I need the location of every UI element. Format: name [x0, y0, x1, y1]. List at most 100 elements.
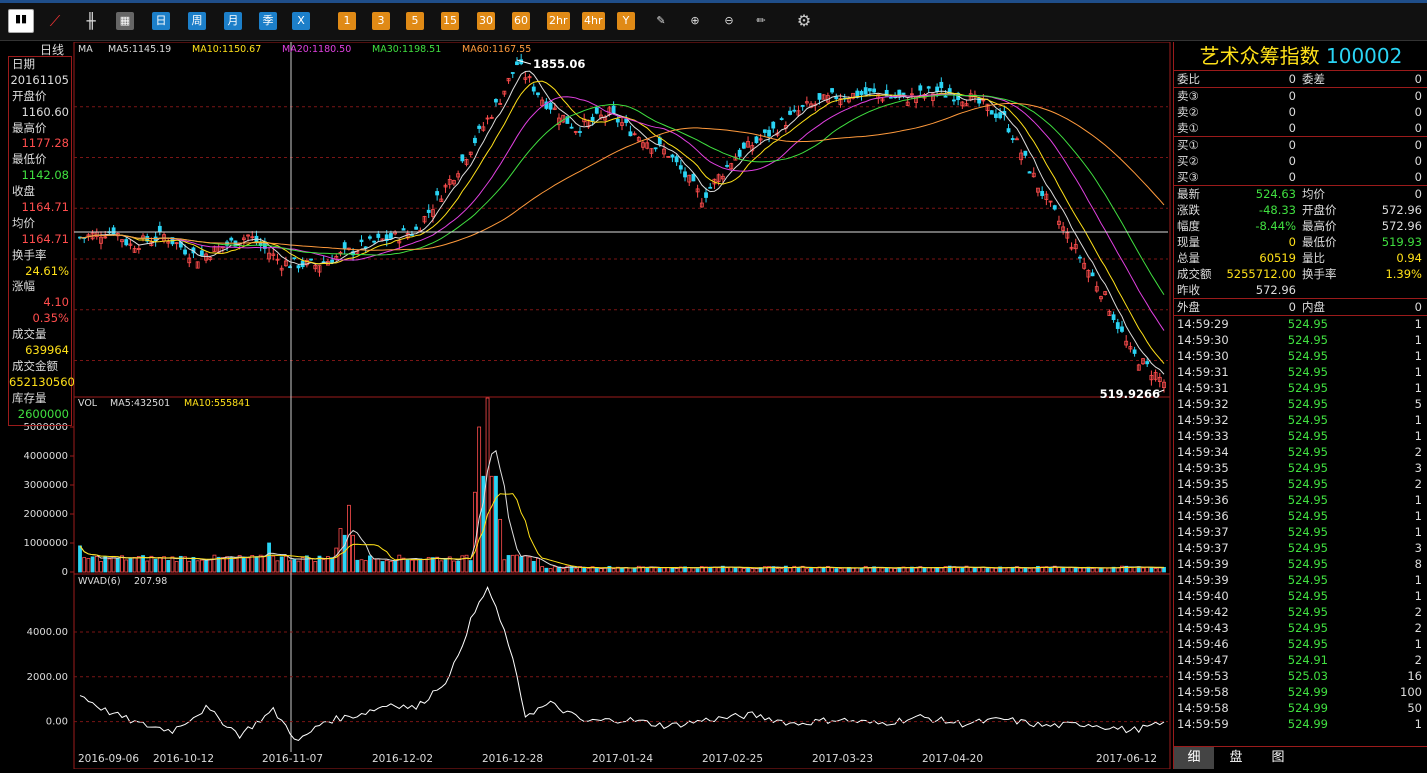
tick-row-cell: 14:59:46 [1177, 637, 1229, 651]
minute-period-button-0[interactable]: 1 [338, 12, 356, 30]
pen-icon[interactable]: ✏ [752, 12, 770, 30]
zoom-out-icon[interactable]: ⊖ [720, 12, 738, 30]
stat-row-cell: 现量 [1177, 235, 1200, 249]
volume-bar [531, 560, 536, 573]
minute-period-button-1[interactable]: 3 [372, 12, 390, 30]
minute-period-button-8[interactable]: Y [617, 12, 635, 30]
ask-row-cell: 0 [1288, 121, 1296, 135]
stat-row-cell: 量比 [1302, 251, 1325, 265]
candle-body [460, 154, 465, 162]
stat-row: 成交额 5255712.00 换手率 1.39% [1174, 266, 1427, 282]
candle-body [994, 113, 998, 118]
tick-row-cell: 524.95 [1287, 477, 1328, 491]
tick-row-cell: 2 [1414, 653, 1422, 667]
volume-bar [1078, 567, 1082, 573]
volume-bar [86, 558, 91, 573]
candle-body [674, 156, 679, 163]
volume-bar [1069, 567, 1074, 573]
stat-row-cell: 60519 [1259, 251, 1296, 265]
volume-bar [321, 559, 326, 573]
ask-row-cell: 0 [1414, 121, 1422, 135]
tick-row-cell: 524.95 [1287, 461, 1328, 475]
period-button-0[interactable]: 日 [152, 12, 170, 30]
line-chart-icon[interactable]: ⟋ [44, 12, 66, 30]
chart-area[interactable]: 1855.06 519.9266 日线 MA MA5:1145.19 MA10:1150.… [0, 41, 1172, 770]
volume-bar [183, 556, 187, 573]
volume-legend-item: MA10:555841 [184, 398, 250, 409]
volume-bar [809, 567, 813, 573]
volume-bar [162, 556, 166, 573]
volume-bar [779, 568, 784, 573]
ask-row-cell: 0 [1414, 89, 1422, 103]
candle-body [1040, 190, 1045, 196]
ask-section: 卖③ 0 0 卖② 0 0 卖① 0 0 [1174, 88, 1427, 137]
candle-body [754, 136, 759, 144]
volume-bar [485, 397, 490, 573]
volume-bar [670, 567, 675, 573]
stat-row-cell: 最低价 [1302, 235, 1337, 249]
candle-body [569, 126, 574, 129]
tab-book[interactable]: 盘 [1216, 747, 1256, 769]
tick-row-cell: 14:59:40 [1177, 589, 1229, 603]
tick-row: 14:59:40 524.95 1 [1174, 588, 1427, 604]
info-label: 最高价 [12, 120, 47, 135]
volume-bar [859, 567, 864, 573]
outer-inner-section: 外盘 0 内盘 0 [1174, 299, 1427, 316]
candle-body [342, 242, 347, 250]
volume-bar [304, 555, 309, 573]
tick-row-cell: 524.95 [1287, 333, 1328, 347]
period-button-4[interactable]: X [292, 12, 310, 30]
calendar-icon[interactable]: ▦ [116, 12, 134, 30]
stat-row-cell: 0.94 [1396, 251, 1422, 265]
volume-bar [216, 556, 221, 573]
tab-chart[interactable]: 图 [1258, 747, 1298, 769]
minute-period-button-5[interactable]: 60 [512, 12, 530, 30]
minute-period-button-4[interactable]: 30 [477, 12, 495, 30]
candle-body [737, 149, 742, 157]
minute-period-button-2[interactable]: 5 [406, 12, 424, 30]
volume-bar [506, 555, 511, 573]
volume-bar [1023, 567, 1028, 573]
candle-body [1027, 171, 1032, 174]
candle-body [510, 72, 515, 74]
minute-period-button-6[interactable]: 2hr [547, 12, 570, 30]
volume-bar [510, 554, 515, 573]
candle-body [872, 88, 876, 93]
candle-body [901, 92, 906, 95]
volume-bar [431, 557, 435, 573]
volume-bar [468, 560, 473, 573]
tick-row-cell: 1 [1414, 381, 1422, 395]
tick-row-cell: 14:59:37 [1177, 541, 1229, 555]
volume-bar [103, 556, 108, 573]
period-button-1[interactable]: 周 [188, 12, 206, 30]
tick-list[interactable]: 14:59:29 524.95 1 14:59:30 524.95 1 14:59:30 52… [1174, 316, 1427, 732]
minute-period-button-7[interactable]: 4hr [582, 12, 605, 30]
volume-bar [262, 555, 267, 573]
zoom-in-icon[interactable]: ⊕ [686, 12, 704, 30]
period-button-2[interactable]: 月 [224, 12, 242, 30]
volume-bar [435, 556, 440, 573]
candle-body [741, 142, 746, 149]
stat-row: 最新 524.63 均价 0 [1174, 186, 1427, 202]
outer-inner-row-cell: 0 [1288, 300, 1296, 314]
volume-bar [876, 567, 881, 573]
period-button-3[interactable]: 季 [259, 12, 277, 30]
gear-icon[interactable]: ⚙ [794, 12, 814, 30]
volume-bar [212, 554, 217, 573]
bar-chart-icon[interactable]: ▮▮ [8, 9, 34, 33]
tick-row-cell: 524.95 [1287, 525, 1328, 539]
minute-period-button-3[interactable]: 15 [441, 12, 459, 30]
volume-bar [552, 566, 557, 573]
volume-bar [220, 557, 225, 573]
quote-panel: 艺术众筹指数 100002 委比 0 委差 0 卖③ 0 0 卖② 0 0 卖① 0 0 买① 0 0 买② 0 0… [1173, 42, 1427, 769]
candlestick-icon[interactable]: ╫ [80, 12, 102, 30]
candle-body [888, 96, 893, 99]
kline-chart[interactable]: 1855.06 519.9266 日线 MA MA5:1145.19 MA10:1150.… [0, 41, 1172, 770]
candle-body [1120, 326, 1124, 332]
candle-body [368, 236, 372, 239]
tab-detail[interactable]: 细 [1174, 747, 1214, 769]
draw-tool-icon[interactable]: ✎ [652, 12, 670, 30]
volume-bar [1027, 568, 1032, 573]
tick-row-cell: 100 [1400, 685, 1422, 699]
ask-row: 卖① 0 0 [1174, 120, 1427, 136]
